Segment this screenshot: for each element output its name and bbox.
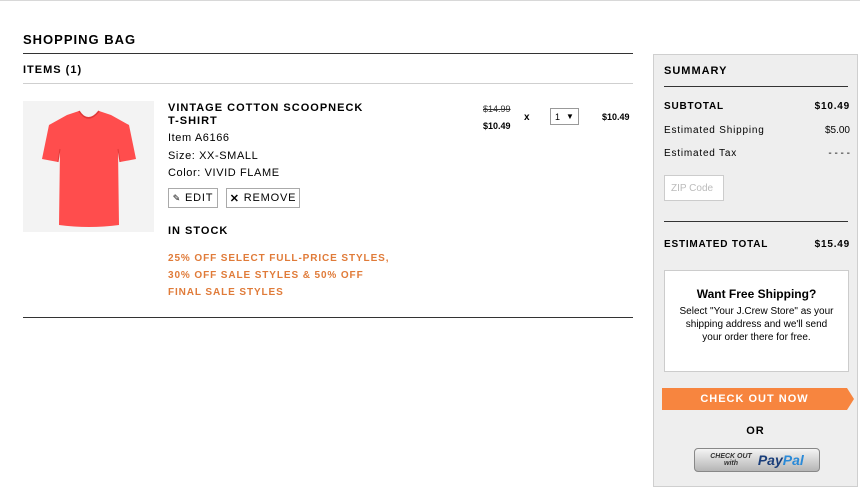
remove-button[interactable]: ✕ REMOVE — [226, 188, 300, 208]
total-row: ESTIMATED TOTAL $15.49 — [664, 239, 850, 250]
line-total: $10.49 — [602, 112, 630, 122]
top-divider — [0, 0, 860, 3]
subtotal-value: $10.49 — [814, 101, 850, 112]
original-price: $14.99 — [483, 104, 511, 114]
free-shipping-text: Select "Your J.Crew Store" as your shipp… — [679, 306, 834, 343]
paypal-checkout-text: CHECK OUT — [710, 453, 752, 460]
order-summary-panel: SUMMARY SUBTOTAL $10.49 Estimated Shippi… — [653, 54, 858, 487]
paypal-small-text: CHECK OUT with — [710, 453, 752, 467]
tshirt-image — [42, 110, 136, 227]
remove-label: REMOVE — [243, 192, 297, 204]
product-name[interactable]: VINTAGE COTTON SCOOPNECK T-SHIRT — [168, 102, 378, 128]
chevron-down-icon: ▼ — [566, 112, 574, 121]
stock-status: IN STOCK — [168, 225, 229, 237]
close-icon: ✕ — [229, 192, 240, 205]
divider — [23, 83, 633, 84]
checkout-label: CHECK OUT NOW — [700, 393, 809, 405]
tax-label: Estimated Tax — [664, 148, 738, 159]
sale-price: $10.49 — [483, 121, 511, 131]
divider — [664, 86, 848, 87]
tax-value: - - - - — [828, 148, 850, 159]
subtotal-row: SUBTOTAL $10.49 — [664, 101, 850, 112]
item-size: Size: XX-SMALL — [168, 150, 259, 162]
zip-code-input[interactable] — [664, 175, 724, 201]
paypal-logo-pal: Pal — [782, 452, 804, 468]
free-shipping-box: Want Free Shipping? Select "Your J.Crew … — [664, 270, 849, 372]
free-shipping-title: Want Free Shipping? — [696, 287, 817, 301]
promo-message: 25% OFF SELECT FULL-PRICE STYLES, 30% OF… — [168, 253, 390, 298]
total-label: ESTIMATED TOTAL — [664, 239, 769, 250]
shipping-label: Estimated Shipping — [664, 125, 765, 136]
paypal-logo-pay: Pay — [757, 452, 783, 468]
or-separator: OR — [746, 425, 765, 437]
paypal-logo: PayPal — [758, 452, 804, 468]
divider — [664, 221, 848, 222]
edit-button[interactable]: ✎ EDIT — [168, 188, 218, 208]
paypal-with-text: with — [724, 460, 739, 467]
total-value: $15.49 — [814, 239, 850, 250]
tax-row: Estimated Tax - - - - — [664, 148, 850, 159]
multiply-sign: x — [524, 112, 530, 123]
quantity-value: 1 — [555, 111, 561, 122]
checkout-button[interactable]: CHECK OUT NOW — [662, 388, 847, 410]
summary-title: SUMMARY — [664, 65, 728, 77]
product-image[interactable] — [23, 101, 154, 232]
subtotal-label: SUBTOTAL — [664, 101, 724, 112]
divider — [23, 317, 633, 318]
edit-label: EDIT — [185, 192, 214, 204]
paypal-checkout-button[interactable]: CHECK OUT with PayPal — [694, 448, 820, 472]
item-color: Color: VIVID FLAME — [168, 167, 280, 179]
shipping-value: $5.00 — [824, 125, 850, 136]
checkout-arrow — [847, 388, 854, 410]
page-title: SHOPPING BAG — [23, 32, 137, 47]
shipping-row: Estimated Shipping $5.00 — [664, 125, 850, 136]
item-number: Item A6166 — [168, 132, 230, 144]
quantity-select[interactable]: 1 ▼ — [550, 108, 579, 125]
items-count-label: ITEMS (1) — [23, 64, 83, 76]
divider — [23, 53, 633, 54]
pencil-icon: ✎ — [172, 192, 182, 203]
